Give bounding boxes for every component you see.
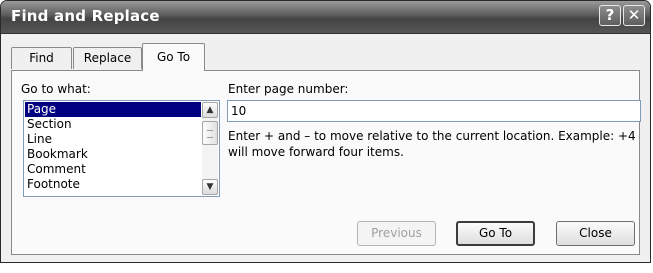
goto-button[interactable]: Go To xyxy=(456,221,535,246)
tab-find[interactable]: Find xyxy=(11,47,72,69)
scroll-down-icon[interactable]: ▼ xyxy=(202,179,218,195)
goto-panel: Go to what: Page Section Line Bookmark C… xyxy=(11,70,641,255)
page-number-hint: Enter + and – to move relative to the cu… xyxy=(228,129,636,159)
scroll-up-icon[interactable]: ▲ xyxy=(202,102,218,118)
tab-replace[interactable]: Replace xyxy=(73,47,142,69)
goto-what-listbox[interactable]: Page Section Line Bookmark Comment Footn… xyxy=(23,100,220,197)
page-number-label: Enter page number: xyxy=(228,82,349,96)
close-button[interactable]: Close xyxy=(556,221,635,246)
list-item-footnote[interactable]: Footnote xyxy=(25,177,201,192)
goto-list: Page Section Line Bookmark Comment Footn… xyxy=(25,102,201,192)
list-item-comment[interactable]: Comment xyxy=(25,162,201,177)
list-item-section[interactable]: Section xyxy=(25,117,201,132)
list-item-bookmark[interactable]: Bookmark xyxy=(25,147,201,162)
list-item-page[interactable]: Page xyxy=(25,102,201,117)
scroll-thumb[interactable] xyxy=(202,121,218,145)
goto-what-label: Go to what: xyxy=(21,82,91,96)
close-icon[interactable]: ✕ xyxy=(623,5,645,26)
find-replace-dialog: Find and Replace ? ✕ Find Replace Go To … xyxy=(0,0,651,263)
dialog-title: Find and Replace xyxy=(11,7,160,25)
list-item-line[interactable]: Line xyxy=(25,132,201,147)
title-bar[interactable]: Find and Replace ? ✕ xyxy=(1,1,650,34)
tab-goto[interactable]: Go To xyxy=(142,43,205,71)
help-icon[interactable]: ? xyxy=(599,5,621,26)
previous-button[interactable]: Previous xyxy=(357,221,436,246)
page-number-input[interactable] xyxy=(227,100,641,122)
list-scrollbar[interactable]: ▲ ▼ xyxy=(202,102,218,195)
